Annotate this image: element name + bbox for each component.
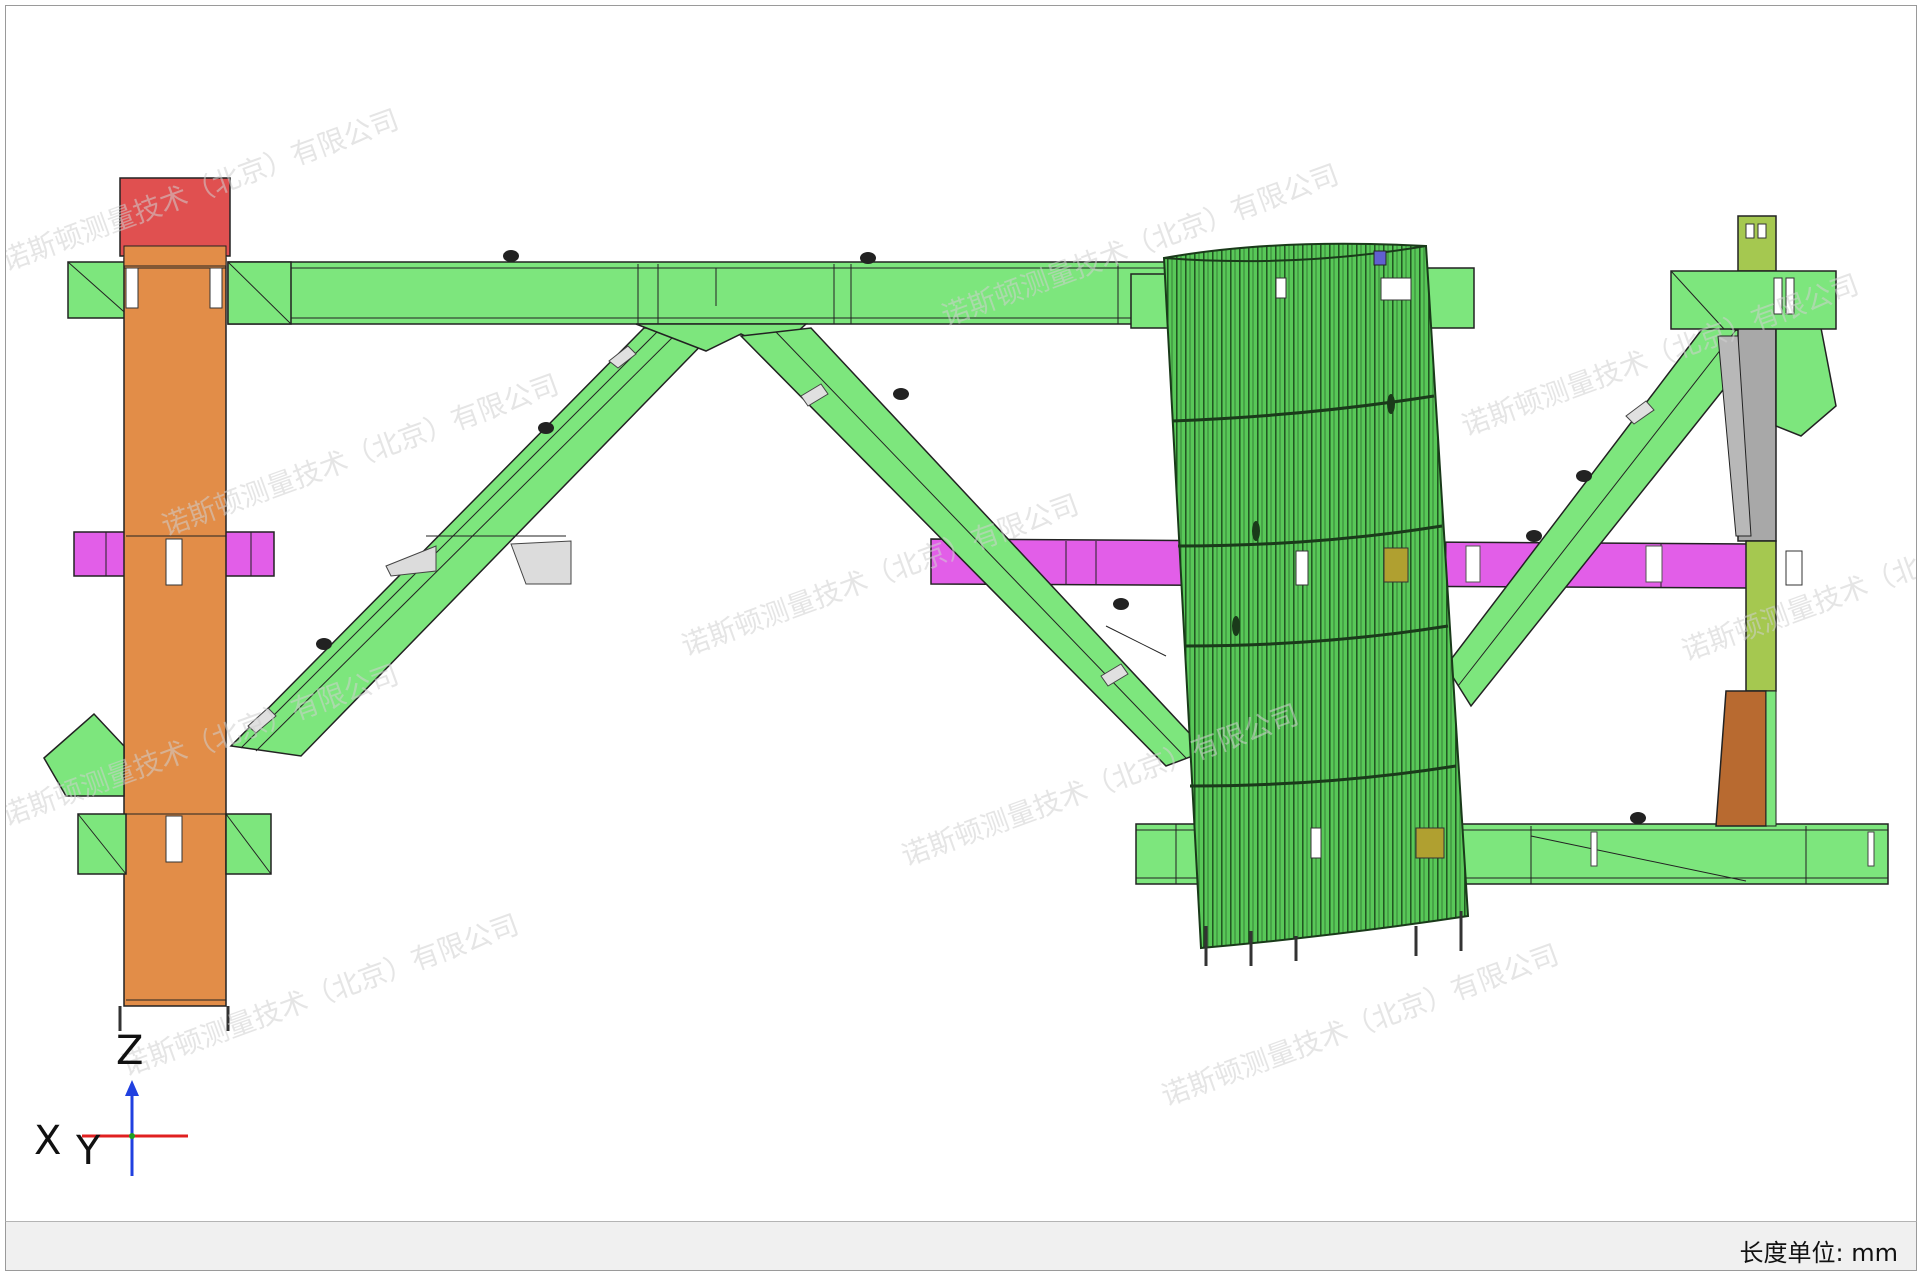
axis-label-z: Z [116, 1028, 143, 1074]
watermark-text: 诺斯顿测量技术（北京）有限公司 [1157, 938, 1563, 1113]
status-bar: 长度单位: mm [5, 1221, 1917, 1271]
axis-label-y: Y [75, 1128, 101, 1174]
left-column [118, 177, 231, 1031]
3d-viewport[interactable]: 诺斯顿测量技术（北京）有限公司 诺斯顿测量技术（北京）有限公司 诺斯顿测量技术（… [5, 5, 1917, 1222]
axis-label-x: X [34, 1118, 61, 1164]
model-scene[interactable]: 诺斯顿测量技术（北京）有限公司 诺斯顿测量技术（北京）有限公司 诺斯顿测量技术（… [6, 6, 1916, 1221]
watermarks: 诺斯顿测量技术（北京）有限公司 诺斯顿测量技术（北京）有限公司 诺斯顿测量技术（… [6, 103, 1916, 1113]
length-unit-label: 长度单位: mm [1739, 1239, 1898, 1267]
